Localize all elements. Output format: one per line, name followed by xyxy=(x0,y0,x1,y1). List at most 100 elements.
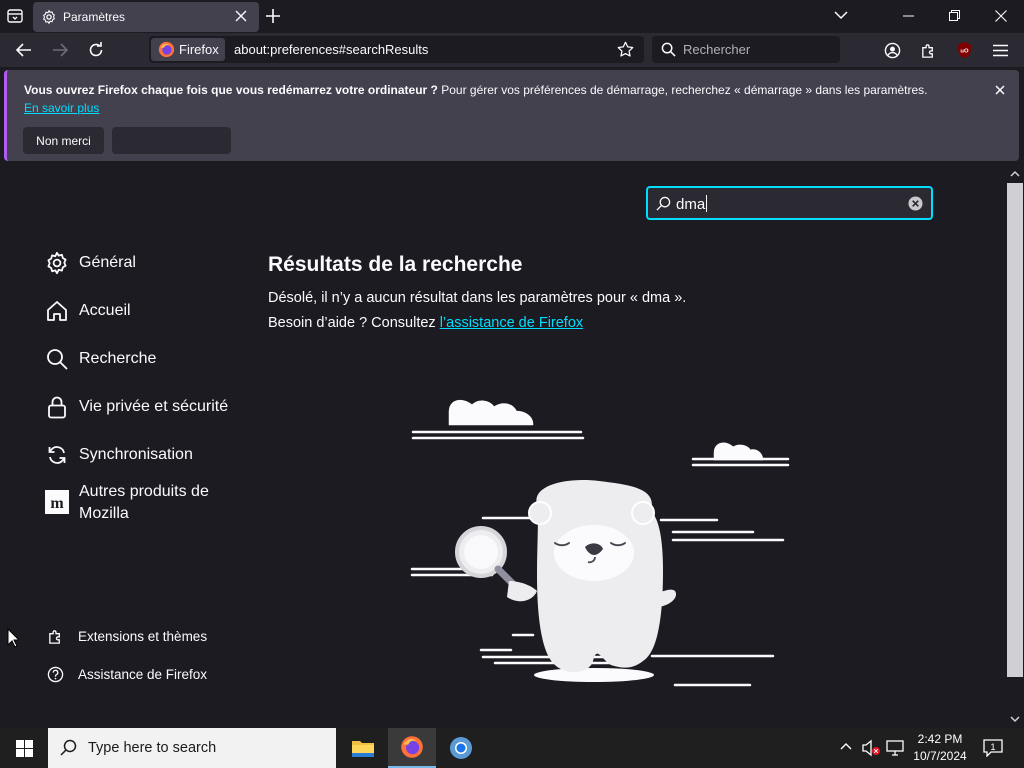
no-thanks-button[interactable]: Non merci xyxy=(23,127,104,154)
scrollbar-thumb[interactable] xyxy=(1007,183,1023,677)
tab-strip: Paramètres xyxy=(0,0,1024,33)
search-icon xyxy=(45,347,69,371)
back-button[interactable] xyxy=(10,36,38,64)
show-hidden-icons-chevron-icon[interactable] xyxy=(840,742,852,750)
category-label: Autres produits de Mozilla xyxy=(79,483,209,522)
category-more-from-mozilla[interactable]: m Autres produits de Mozilla xyxy=(45,481,229,527)
page-scrollbar[interactable] xyxy=(1006,165,1024,728)
learn-more-link[interactable]: En savoir plus xyxy=(24,101,99,115)
extensions-button[interactable] xyxy=(914,36,942,64)
puzzle-icon xyxy=(921,43,933,58)
category-home[interactable]: Accueil xyxy=(45,297,131,325)
notification-message: Vous ouvrez Firefox chaque fois que vous… xyxy=(24,83,927,97)
category-label: Général xyxy=(79,254,136,271)
taskbar-clock[interactable]: 2:42 PM 10/7/2024 xyxy=(908,731,972,765)
lock-icon xyxy=(45,395,69,419)
chromium-logo-icon xyxy=(450,737,472,759)
forward-button[interactable] xyxy=(46,36,74,64)
file-explorer-taskbar-button[interactable] xyxy=(339,728,387,768)
mouse-cursor-icon xyxy=(7,628,19,648)
search-icon xyxy=(60,739,77,756)
firefox-taskbar-button[interactable] xyxy=(388,728,436,768)
category-general[interactable]: Général xyxy=(45,249,136,277)
secondary-notification-button[interactable] xyxy=(112,127,231,154)
ublock-button[interactable]: uO xyxy=(950,36,978,64)
taskbar-search-box[interactable]: Type here to search xyxy=(48,728,336,768)
svg-text:m: m xyxy=(50,495,64,512)
windows-taskbar: Type here to search 2:42 PM 10/7/2024 1 xyxy=(0,728,1024,768)
preferences-search-input[interactable]: dma xyxy=(646,186,933,220)
help-icon xyxy=(47,666,64,682)
start-button[interactable] xyxy=(0,728,48,768)
menu-button[interactable] xyxy=(986,36,1014,64)
gear-icon xyxy=(41,9,57,25)
reload-button[interactable] xyxy=(82,36,110,64)
reload-icon xyxy=(89,42,103,57)
tab-settings[interactable]: Paramètres xyxy=(33,2,259,32)
category-label: Recherche xyxy=(79,350,157,367)
help-message: Besoin d’aide ? Consultez l’assistance d… xyxy=(268,315,583,331)
identity-box[interactable]: Firefox xyxy=(151,38,225,61)
preferences-page: dma Général Accueil Recherche Vie privée… xyxy=(0,165,1006,728)
folder-icon xyxy=(352,741,374,757)
identity-label: Firefox xyxy=(179,42,219,57)
clock-time: 2:42 PM xyxy=(917,732,963,746)
gear-icon xyxy=(45,251,69,275)
scroll-up-arrow-icon[interactable] xyxy=(1010,170,1020,177)
close-window-icon[interactable] xyxy=(995,10,1007,22)
firefox-logo-icon xyxy=(158,41,175,58)
mozilla-icon: m xyxy=(45,490,69,514)
close-tab-icon[interactable] xyxy=(235,10,247,22)
notification-center-icon[interactable]: 1 xyxy=(983,739,1003,757)
notification-text: Pour gérer vos préférences de démarrage,… xyxy=(437,83,928,97)
footer-extensions-themes[interactable]: Extensions et thèmes xyxy=(47,626,207,646)
web-search-bar[interactable]: Rechercher xyxy=(652,36,840,63)
taskbar-search-placeholder: Type here to search xyxy=(88,740,217,756)
footer-label: Extensions et thèmes xyxy=(78,628,208,644)
svg-text:uO: uO xyxy=(960,49,969,55)
footer-firefox-support[interactable]: Assistance de Firefox xyxy=(47,664,207,684)
web-search-placeholder: Rechercher xyxy=(683,42,751,57)
category-label: Accueil xyxy=(79,302,131,319)
clear-search-icon[interactable] xyxy=(908,196,923,211)
no-results-bear-illustration xyxy=(405,395,795,695)
tab-list-icon[interactable] xyxy=(6,7,24,25)
category-privacy[interactable]: Vie privée et sécurité xyxy=(45,393,228,421)
category-search[interactable]: Recherche xyxy=(45,345,156,373)
search-results-title: Résultats de la recherche xyxy=(268,253,523,276)
minimize-window-icon[interactable] xyxy=(903,15,914,17)
startup-notification-bar: Vous ouvrez Firefox chaque fois que vous… xyxy=(4,70,1019,161)
tab-title: Paramètres xyxy=(63,10,126,24)
navigation-toolbar: Firefox about:preferences#searchResults … xyxy=(0,33,1024,67)
search-icon xyxy=(661,42,676,57)
category-sync[interactable]: Synchronisation xyxy=(45,441,193,469)
close-notification-icon[interactable] xyxy=(992,82,1008,98)
new-tab-icon[interactable] xyxy=(266,9,280,23)
firefox-logo-icon xyxy=(401,736,423,758)
windows-logo-icon xyxy=(15,739,33,757)
search-icon xyxy=(656,196,671,211)
hamburger-menu-icon xyxy=(992,44,1008,56)
puzzle-icon xyxy=(49,629,60,644)
tab-overflow-chevron-icon[interactable] xyxy=(834,10,848,20)
network-icon[interactable] xyxy=(886,740,904,756)
account-button[interactable] xyxy=(878,36,906,64)
url-bar[interactable]: Firefox about:preferences#searchResults xyxy=(149,36,644,63)
no-results-message: Désolé, il n’y a aucun résultat dans les… xyxy=(268,290,687,306)
home-icon xyxy=(45,299,69,323)
footer-label: Assistance de Firefox xyxy=(78,666,208,682)
url-text[interactable]: about:preferences#searchResults xyxy=(234,42,428,57)
ublock-origin-icon: uO xyxy=(957,41,971,59)
scroll-down-arrow-icon[interactable] xyxy=(1010,716,1020,723)
category-label: Synchronisation xyxy=(79,446,193,463)
preferences-search-value: dma xyxy=(676,195,708,213)
svg-text:1: 1 xyxy=(990,742,995,752)
firefox-support-link[interactable]: l’assistance de Firefox xyxy=(440,315,583,331)
volume-muted-icon[interactable] xyxy=(861,739,881,757)
notification-bold-text: Vous ouvrez Firefox chaque fois que vous… xyxy=(24,83,438,97)
clock-date: 10/7/2024 xyxy=(913,749,967,763)
category-label: Vie privée et sécurité xyxy=(79,398,229,415)
bookmark-star-icon[interactable] xyxy=(617,41,634,58)
restore-window-icon[interactable] xyxy=(949,10,960,21)
chrome-taskbar-button[interactable] xyxy=(437,728,485,768)
